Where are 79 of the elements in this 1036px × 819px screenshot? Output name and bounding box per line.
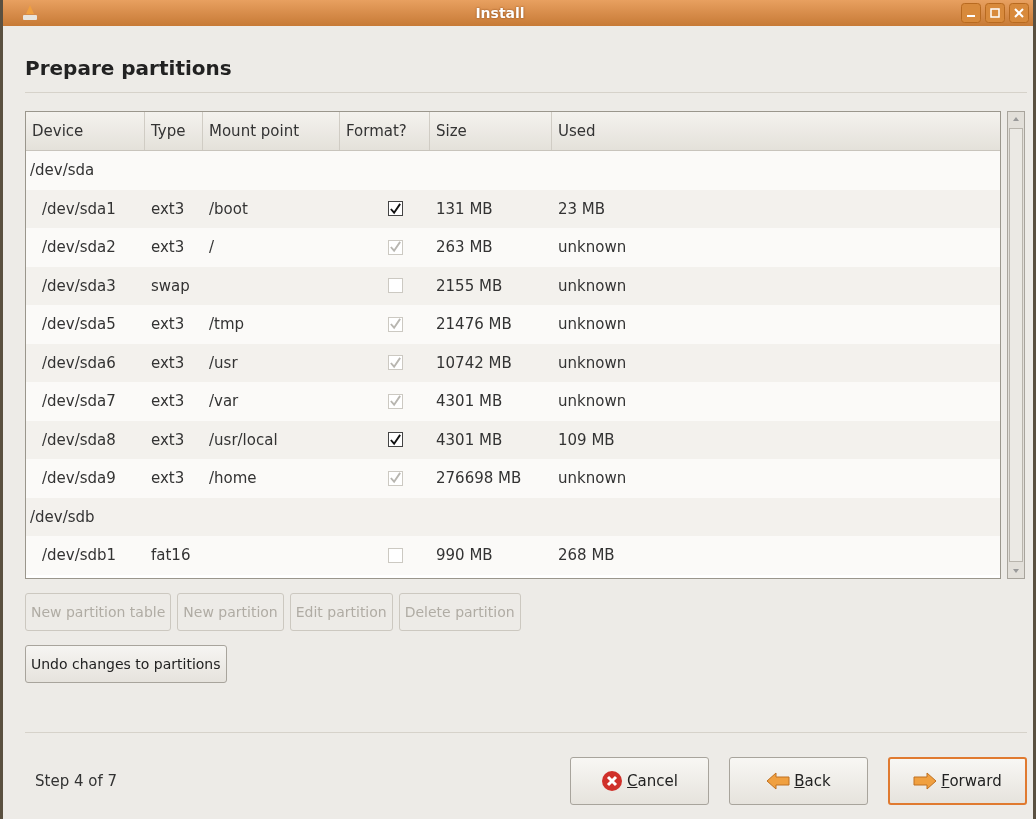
- installer-icon: [21, 4, 39, 22]
- mount-cell: /usr: [209, 353, 238, 372]
- disk-name: /dev/sda: [29, 161, 95, 180]
- device-cell-text: /dev/sda7: [41, 392, 116, 411]
- column-header[interactable]: Used: [552, 112, 1000, 150]
- column-header[interactable]: Type: [145, 112, 203, 150]
- device-cell-text: /dev/sda3: [41, 276, 116, 295]
- table-row[interactable]: /dev/sdb: [26, 497, 1000, 536]
- used-cell: 268 MB: [558, 546, 615, 565]
- column-header[interactable]: Size: [430, 112, 552, 150]
- type-cell: ext3: [151, 238, 185, 257]
- disk-name: /dev/sdb: [29, 507, 95, 526]
- device-cell-text: /dev/sda1: [41, 199, 116, 218]
- type-cell: ext3: [151, 469, 185, 488]
- back-button[interactable]: Back: [729, 757, 868, 805]
- device-cell-text: /dev/sda8: [41, 430, 116, 449]
- mount-cell: /boot: [209, 199, 248, 218]
- window-title: Install: [474, 5, 526, 21]
- used-cell: 23 MB: [558, 199, 606, 218]
- device-cell-text: /dev/sda5: [41, 315, 116, 334]
- table-row[interactable]: /dev/sdb1 fat16 990 MB 268 MB: [26, 536, 1000, 575]
- used-cell: unknown: [558, 353, 627, 372]
- size-cell: 21476 MB: [436, 315, 512, 334]
- size-cell: 4301 MB: [436, 392, 503, 411]
- size-cell: 276698 MB: [436, 469, 522, 488]
- type-cell: ext3: [151, 315, 185, 334]
- format-checkbox[interactable]: [387, 201, 403, 217]
- maximize-icon[interactable]: [985, 3, 1005, 23]
- table-row[interactable]: /dev/sda5 ext3 /tmp 21476 MB unknown: [26, 305, 1000, 344]
- column-header[interactable]: Mount point: [203, 112, 340, 150]
- size-cell: 131 MB: [436, 199, 493, 218]
- cancel-button[interactable]: Cancel: [570, 757, 709, 805]
- type-cell: fat16: [151, 546, 191, 565]
- table-row[interactable]: /dev/sda6 ext3 /usr 10742 MB unknown: [26, 343, 1000, 382]
- size-cell: 2155 MB: [436, 276, 503, 295]
- format-checkbox[interactable]: [387, 432, 403, 448]
- undo-button[interactable]: Undo changes to partitions: [25, 645, 227, 683]
- table-row[interactable]: /dev/sda2 ext3 / 263 MB unknown: [26, 228, 1000, 267]
- close-icon[interactable]: [1009, 3, 1029, 23]
- table-row[interactable]: /dev/sda7 ext3 /var 4301 MB unknown: [26, 382, 1000, 421]
- size-cell: 4301 MB: [436, 430, 503, 449]
- type-cell: swap: [151, 276, 190, 295]
- type-cell: ext3: [151, 199, 185, 218]
- table-row[interactable]: /dev/sda8 ext3 /usr/local 4301 MB 109 MB: [26, 420, 1000, 459]
- column-header[interactable]: Format?: [340, 112, 430, 150]
- type-cell: ext3: [151, 353, 185, 372]
- type-cell: ext3: [151, 430, 185, 449]
- size-cell: 263 MB: [436, 238, 493, 257]
- used-cell: unknown: [558, 238, 627, 257]
- used-cell: unknown: [558, 276, 627, 295]
- type-cell: ext3: [151, 392, 185, 411]
- step-label: Step 4 of 7: [34, 772, 117, 790]
- cancel-icon: [601, 770, 624, 792]
- device-cell-text: /dev/sda2: [41, 238, 116, 257]
- table-row[interactable]: /dev/sda3 swap 2155 MB unknown: [26, 266, 1000, 305]
- page-heading: Prepare partitions: [25, 55, 233, 82]
- minimize-icon[interactable]: [961, 3, 981, 23]
- device-cell-text: /dev/sda6: [41, 353, 116, 372]
- mount-cell: /home: [209, 469, 257, 488]
- used-cell: unknown: [558, 315, 627, 334]
- mount-cell: /usr/local: [209, 430, 278, 449]
- forward-button[interactable]: Forward: [888, 757, 1027, 805]
- scrollbar[interactable]: [1007, 111, 1025, 579]
- table-row[interactable]: /dev/sda: [26, 151, 1000, 190]
- mount-cell: /var: [209, 392, 239, 411]
- right-arrow-icon: [913, 771, 938, 791]
- table-row[interactable]: /dev/sda9 ext3 /home 276698 MB unknown: [26, 459, 1000, 498]
- mount-cell: /tmp: [209, 315, 245, 334]
- used-cell: unknown: [558, 392, 627, 411]
- table-row[interactable]: /dev/sda1 ext3 /boot 131 MB 23 MB: [26, 189, 1000, 228]
- left-arrow-icon: [766, 771, 791, 791]
- column-header[interactable]: Device: [26, 112, 145, 150]
- size-cell: 990 MB: [436, 546, 493, 565]
- used-cell: 109 MB: [558, 430, 615, 449]
- used-cell: unknown: [558, 469, 627, 488]
- device-cell-text: /dev/sda9: [41, 469, 116, 488]
- mount-cell: /: [209, 238, 215, 257]
- size-cell: 10742 MB: [436, 353, 512, 372]
- device-cell-text: /dev/sdb1: [41, 546, 117, 565]
